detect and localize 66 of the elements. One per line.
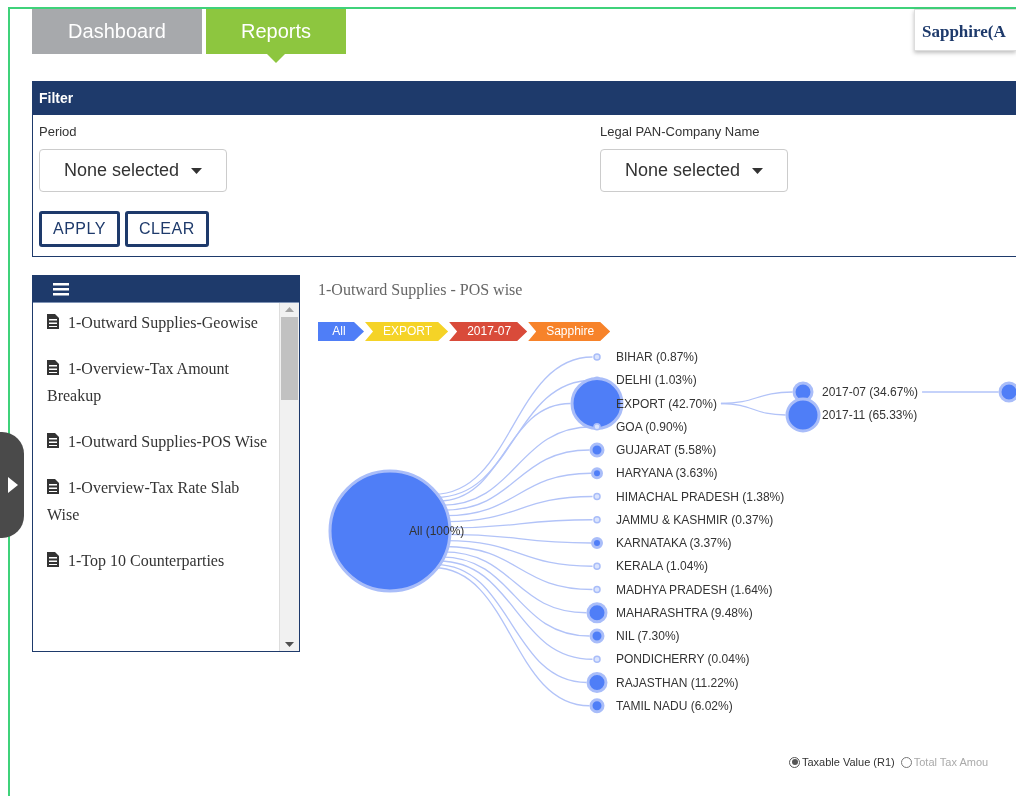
report-item[interactable]: 1-Outward Supplies-POS Wise <box>47 428 279 455</box>
breadcrumb-item[interactable]: 2017-07 <box>449 322 528 341</box>
tree-node[interactable] <box>593 655 601 663</box>
filter-button[interactable]: CLEAR <box>124 211 209 247</box>
scrollbar[interactable] <box>279 303 299 651</box>
document-icon <box>47 360 59 375</box>
triangle-icon <box>8 477 18 493</box>
tree-node[interactable] <box>586 672 608 693</box>
field-label: Legal PAN-Company Name <box>600 123 761 141</box>
report-item[interactable]: 1-Top 10 Counterparties <box>47 547 279 574</box>
node-label: JAMMU & KASHMIR (0.37%) <box>616 512 774 527</box>
document-icon <box>47 552 59 567</box>
tree-node[interactable] <box>593 423 601 431</box>
tree-node[interactable] <box>998 381 1016 403</box>
node-label: KERALA (1.04%) <box>616 559 709 574</box>
scroll-down-icon[interactable] <box>285 642 294 647</box>
tree-node[interactable] <box>593 585 601 594</box>
expand-button[interactable] <box>0 432 24 538</box>
node-label: 2017-07 (34.67%) <box>822 385 919 399</box>
caret-icon <box>191 167 203 174</box>
link-line <box>720 402 787 416</box>
panel-header: Filter <box>33 82 1016 115</box>
dropdown[interactable]: None selected <box>39 149 227 192</box>
node-label: MADHYA PRADESH (1.64%) <box>616 582 773 597</box>
tree-node[interactable] <box>593 562 601 570</box>
node-label: NIL (7.30%) <box>616 629 680 643</box>
tree-node[interactable] <box>586 602 608 624</box>
report-item[interactable]: 1-Overview-Tax Rate Slab Wise <box>47 474 279 528</box>
dropdown[interactable]: None selected <box>600 149 788 192</box>
company-name: Sapphire(A <box>914 9 1016 51</box>
breadcrumb-item[interactable]: All <box>318 322 364 341</box>
node-label: BIHAR (0.87%) <box>616 350 699 364</box>
tree-node[interactable] <box>593 516 601 524</box>
tree-node[interactable] <box>593 353 601 361</box>
node-label: MAHARASHTRA (9.48%) <box>616 605 753 620</box>
tree-node[interactable] <box>591 537 603 549</box>
document-icon <box>47 314 59 329</box>
radio-option[interactable]: Taxable Value (R1) <box>789 756 895 768</box>
field-label: Period <box>39 123 78 141</box>
node-label: TAMIL NADU (6.02%) <box>616 698 733 713</box>
node-label: GOA (0.90%) <box>616 419 688 434</box>
tree-node[interactable] <box>593 492 601 501</box>
node-label: HIMACHAL PRADESH (1.38%) <box>616 489 785 504</box>
tree-node[interactable] <box>591 467 603 480</box>
node-label: DELHI (1.03%) <box>616 373 697 388</box>
tree-node[interactable] <box>785 397 821 433</box>
document-icon <box>47 479 59 494</box>
menu-icon[interactable] <box>53 282 69 296</box>
tree-node[interactable] <box>589 698 605 714</box>
node-label: HARYANA (3.63%) <box>616 466 718 481</box>
caret-icon <box>752 167 764 174</box>
scrollbar-thumb[interactable] <box>281 317 298 400</box>
tree-node[interactable] <box>589 628 605 644</box>
scroll-up-icon[interactable] <box>285 307 294 312</box>
report-item[interactable]: 1-Outward Supplies-Geowise <box>47 309 279 336</box>
tree-node[interactable] <box>589 442 605 458</box>
document-icon <box>47 433 59 448</box>
node-label: RAJASTHAN (11.22%) <box>616 675 739 690</box>
node-label: All (100%) <box>409 524 465 538</box>
report-item[interactable]: 1-Overview-Tax Amount Breakup <box>47 355 279 409</box>
node-label: GUJARAT (5.58%) <box>616 443 717 457</box>
filter-button[interactable]: APPLY <box>39 211 120 247</box>
node-label: PONDICHERRY (0.04%) <box>616 652 750 667</box>
node-label: 2017-11 (65.33%) <box>822 408 918 422</box>
chart-title: 1-Outward Supplies - POS wise <box>317 280 524 301</box>
node-label: KARNATAKA (3.37%) <box>616 536 732 550</box>
